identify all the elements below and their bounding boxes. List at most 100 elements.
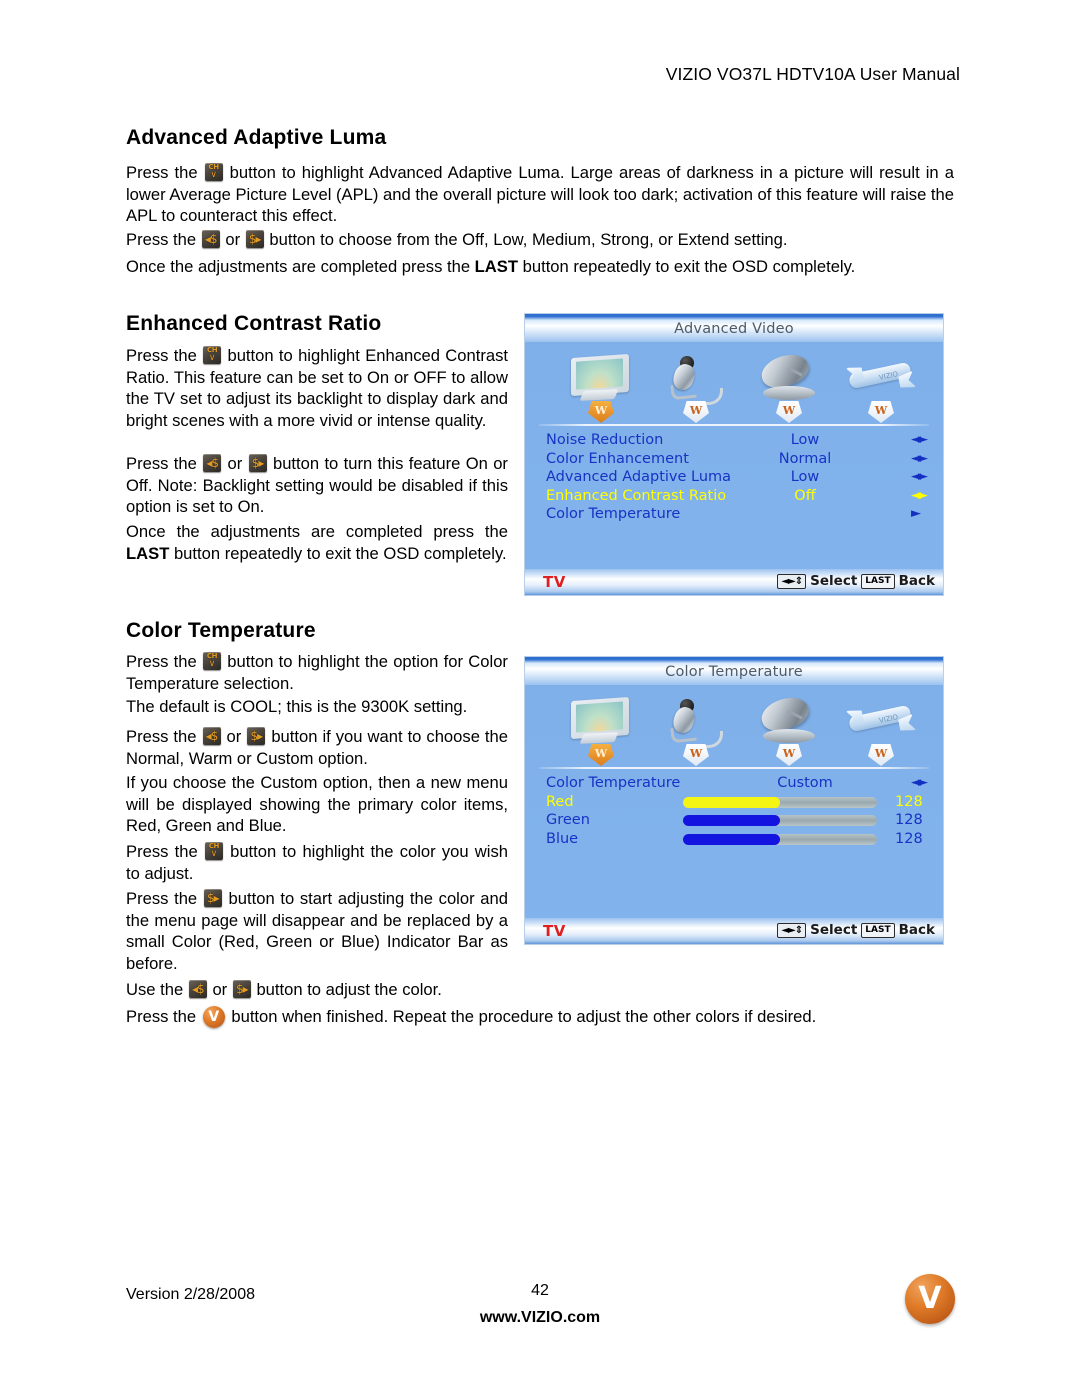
text-fragment: Press the [126,230,197,249]
ch-down-caret: ∨ [208,353,216,363]
text-fragment: Once the adjustments are completed press… [126,257,471,276]
left-right-arrows-icon[interactable]: ◄► [911,433,928,447]
left-right-arrows-icon[interactable]: ◄► [911,451,928,466]
paragraph-color-temp-6: Press the $▸ button to start adjusting t… [126,888,508,974]
tuner-icon[interactable]: W [753,692,825,766]
heading-advanced-adaptive-luma: Advanced Adaptive Luma [126,126,387,149]
red-slider-track[interactable] [683,796,877,808]
right-arrow-icon[interactable]: ► [911,507,927,521]
blue-slider-track[interactable] [683,833,877,845]
text-fragment: Press the [126,454,197,473]
osd-row-advanced-adaptive-luma[interactable]: Advanced Adaptive Luma Low ◄► [525,469,943,488]
text-fragment: button to choose from the Off, Low, Medi… [269,230,788,249]
text-fragment: Press the [126,652,197,671]
left-right-arrows-icon[interactable]: ◄► [911,470,928,484]
osd-color-temperature: Color Temperature W W W VIZIO W Color Te… [524,656,944,945]
osd-footer-bar: TV ◄►⇕ Select LAST Back [525,918,943,944]
text-fragment: button to adjust the color. [256,980,442,999]
paragraph-color-temp-4: If you choose the Custom option, then a … [126,773,508,835]
ch-down-caret: ∨ [210,170,217,180]
vizio-badge-icon: W [776,744,802,766]
text-fragment: or [225,230,241,249]
vizio-badge-icon: W [588,401,614,423]
row-label: Color Enhancement [546,450,689,467]
back-label: Back [898,922,935,938]
left-right-arrows-icon[interactable]: ◄► [911,776,928,790]
right-arrow-button-icon: $▸ [248,454,267,472]
text-fragment: Press the [126,1007,197,1026]
osd-row-color-temperature-option[interactable]: Color Temperature Custom ◄► [525,775,943,794]
row-label: Color Temperature [546,775,681,791]
red-slider-value: 128 [895,793,923,810]
osd-title: Advanced Video [674,321,794,337]
last-key-icon: LAST [861,573,895,589]
right-arrow-button-icon: $▸ [232,980,251,998]
osd-source-label: TV [543,922,566,940]
channel-down-button-icon: CH ∨ [203,346,222,364]
left-right-arrows-icon[interactable]: ◄► [911,488,928,503]
paragraph-color-temp-2: The default is COOL; this is the 9300K s… [126,697,468,716]
text-fragment: or [226,727,242,746]
text-fragment: button to highlight Advanced Adaptive Lu… [126,163,954,225]
left-arrow-button-icon: ◂$ [202,727,221,745]
right-glyph: $▸ [248,232,262,246]
vizio-v-button-icon: V [202,1006,225,1028]
green-slider-track[interactable] [683,815,877,827]
badge-letter: W [874,747,888,760]
osd-footer-hints: ◄►⇕ Select LAST Back [777,922,935,938]
setup-icon[interactable]: VIZIO W [845,354,917,423]
audio-icon[interactable]: W [660,354,732,423]
picture-icon[interactable]: W [565,696,637,766]
row-value: Custom [777,775,833,791]
osd-row-noise-reduction[interactable]: Noise Reduction Low ◄► [525,432,943,451]
osd-menu-list: Color Temperature Custom ◄► Red 128 Gree… [525,775,943,849]
osd-row-color-temperature[interactable]: Color Temperature ► [525,506,943,525]
channel-down-button-icon: CH ∨ [203,652,222,670]
monitor-base-shape [579,389,619,401]
right-arrow-button-icon: $▸ [247,727,266,745]
picture-icon[interactable]: W [565,353,637,423]
text-fragment: button repeatedly to exit the OSD comple… [522,257,856,276]
setup-icon[interactable]: VIZIO W [845,697,917,766]
left-glyph: ◂$ [191,982,205,996]
back-label: Back [898,573,935,589]
row-label: Red [546,793,574,810]
green-slider-fill [683,815,780,827]
right-arrow-button-icon: $▸ [245,230,264,248]
badge-letter: W [782,747,796,760]
osd-icon-row: W W W VIZIO W [525,692,943,766]
vizio-badge-icon: W [868,401,894,423]
audio-icon[interactable]: W [660,697,732,766]
osd-row-blue[interactable]: Blue 128 [525,831,943,850]
text-fragment: button when finished. Repeat the procedu… [231,1007,817,1026]
osd-row-green[interactable]: Green 128 [525,812,943,831]
osd-row-enhanced-contrast-ratio[interactable]: Enhanced Contrast Ratio Off ◄► [525,488,943,507]
select-label: Select [810,573,858,589]
vizio-badge-icon: W [588,744,614,766]
osd-row-red[interactable]: Red 128 [525,794,943,813]
row-value: Off [794,487,816,504]
heading-color-temperature: Color Temperature [126,619,316,642]
nav-keys-icon: ◄►⇕ [777,573,807,589]
right-arrow-button-icon: $▸ [203,889,222,907]
badge-letter: W [689,404,703,417]
osd-title: Color Temperature [665,664,803,680]
v-glyph: V [208,1009,220,1025]
badge-letter: W [689,747,703,760]
monitor-inner-shape [576,701,623,733]
row-value: Low [790,469,820,486]
osd-source-label: TV [543,573,566,591]
row-value: Low [790,432,820,448]
right-glyph: $▸ [207,891,220,905]
tuner-icon[interactable]: W [753,349,825,423]
left-arrow-button-icon: ◂$ [203,454,222,472]
osd-row-color-enhancement[interactable]: Color Enhancement Normal ◄► [525,451,943,470]
red-slider-fill [683,796,780,808]
text-fragment: Use the [126,980,184,999]
dish-base-shape [763,729,815,743]
paragraph-enhanced-contrast-3: Once the adjustments are completed press… [126,521,508,564]
dish-base-shape [763,386,815,400]
row-label: Color Temperature [546,506,681,523]
paragraph-color-temp-5: Press the CH ∨ button to highlight the c… [126,841,508,884]
left-glyph: ◂$ [206,456,219,470]
